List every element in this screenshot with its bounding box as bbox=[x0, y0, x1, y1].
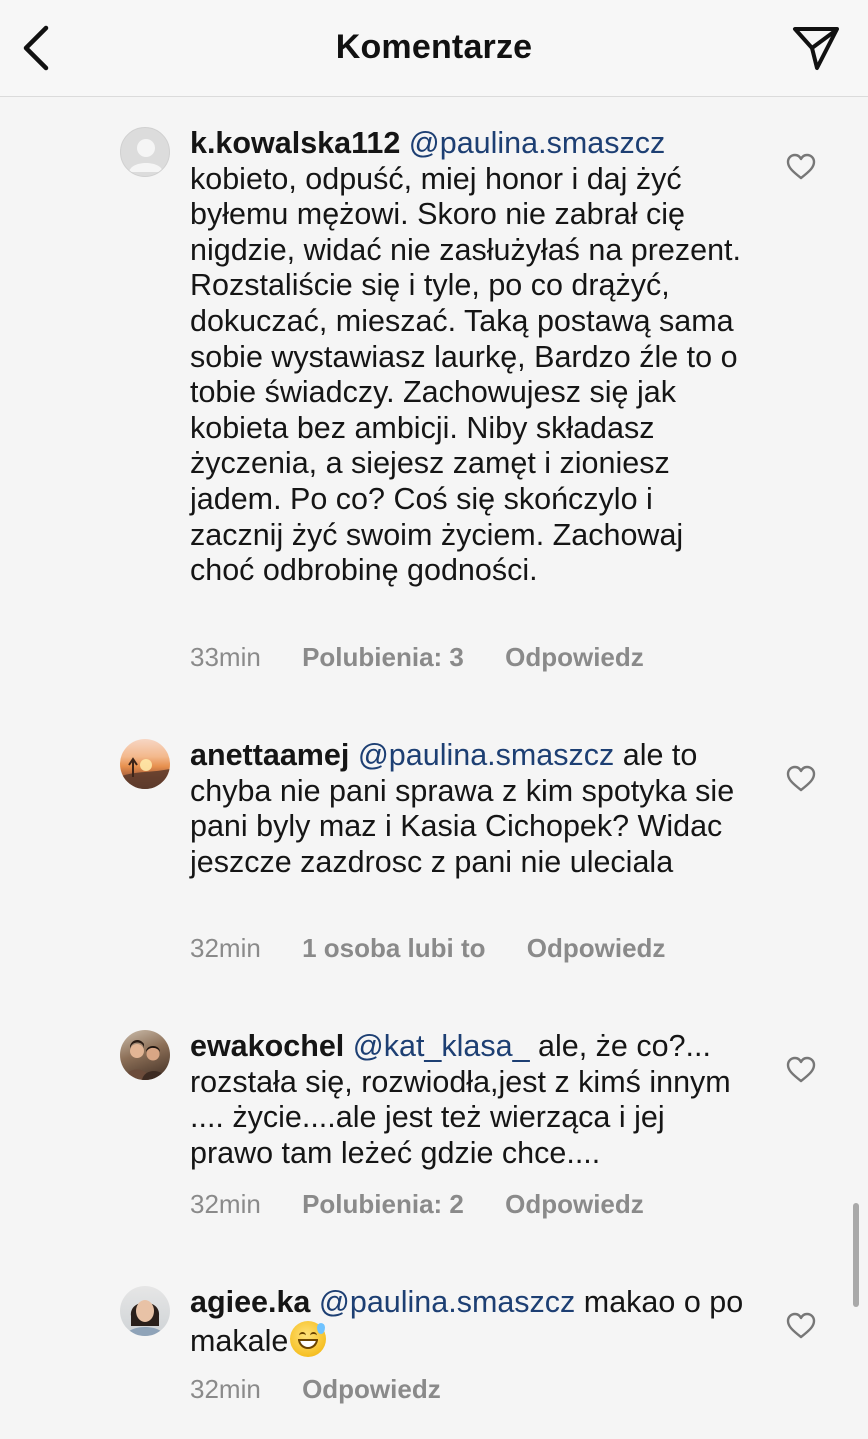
comment-time: 32min bbox=[190, 1374, 261, 1404]
comment-username[interactable]: k.kowalska112 bbox=[190, 126, 400, 160]
avatar[interactable] bbox=[120, 1286, 170, 1336]
comment-time: 32min bbox=[190, 933, 261, 963]
comment-username[interactable]: ewakochel bbox=[190, 1029, 344, 1063]
comment-username[interactable]: anettaamej bbox=[190, 738, 349, 772]
heart-icon[interactable] bbox=[786, 765, 816, 793]
comment-mention[interactable]: @paulina.smaszcz bbox=[358, 738, 614, 772]
likes-count[interactable]: 1 osoba lubi to bbox=[302, 933, 485, 963]
scrollbar[interactable] bbox=[853, 1203, 859, 1307]
page-title: Komentarze bbox=[335, 28, 533, 66]
comment-meta: 32min 1 osoba lubi to Odpowiedz bbox=[190, 933, 699, 964]
heart-icon[interactable] bbox=[786, 153, 816, 181]
portrait-photo-icon bbox=[126, 1300, 164, 1336]
comment-time: 32min bbox=[190, 1189, 261, 1219]
comment-body: kobieto, odpuść, miej honor i daj żyć by… bbox=[190, 161, 741, 588]
people-photo-icon bbox=[124, 1040, 166, 1080]
likes-count[interactable]: Polubienia: 3 bbox=[302, 642, 464, 672]
header-bar: Komentarze bbox=[0, 0, 868, 97]
comment-username[interactable]: agiee.ka bbox=[190, 1285, 310, 1319]
avatar[interactable] bbox=[120, 127, 170, 177]
comment-time: 33min bbox=[190, 642, 261, 672]
grinning-sweat-emoji bbox=[290, 1320, 327, 1357]
likes-count[interactable]: Polubienia: 2 bbox=[302, 1189, 464, 1219]
reply-button[interactable]: Odpowiedz bbox=[302, 1374, 441, 1404]
sunset-photo-icon bbox=[120, 757, 170, 789]
avatar[interactable] bbox=[120, 739, 170, 789]
share-button[interactable] bbox=[788, 22, 844, 74]
reply-button[interactable]: Odpowiedz bbox=[505, 1189, 644, 1219]
comment-text: ewakochel @kat_klasa_ ale, że co?... roz… bbox=[190, 1029, 750, 1171]
comment-meta: 32min Odpowiedz bbox=[190, 1374, 475, 1405]
default-avatar-icon bbox=[129, 139, 163, 172]
avatar[interactable] bbox=[120, 1030, 170, 1080]
comment-text: anettaamej @paulina.smaszcz ale to chyba… bbox=[190, 738, 750, 880]
reply-button[interactable]: Odpowiedz bbox=[505, 642, 644, 672]
comment-mention[interactable]: @paulina.smaszcz bbox=[319, 1285, 575, 1319]
paper-plane-icon bbox=[793, 27, 839, 70]
heart-icon[interactable] bbox=[786, 1056, 816, 1084]
comment-meta: 32min Polubienia: 2 Odpowiedz bbox=[190, 1189, 678, 1220]
comment-mention[interactable]: @kat_klasa_ bbox=[353, 1029, 530, 1063]
comment-meta: 33min Polubienia: 3 Odpowiedz bbox=[190, 642, 678, 673]
comment-mention[interactable]: @paulina.smaszcz bbox=[409, 126, 665, 160]
reply-button[interactable]: Odpowiedz bbox=[527, 933, 666, 963]
comment-text: k.kowalska112 @paulina.smaszcz kobieto, … bbox=[190, 126, 750, 589]
comment-text: agiee.ka @paulina.smaszcz makao o po mak… bbox=[190, 1285, 750, 1359]
heart-icon[interactable] bbox=[786, 1312, 816, 1340]
